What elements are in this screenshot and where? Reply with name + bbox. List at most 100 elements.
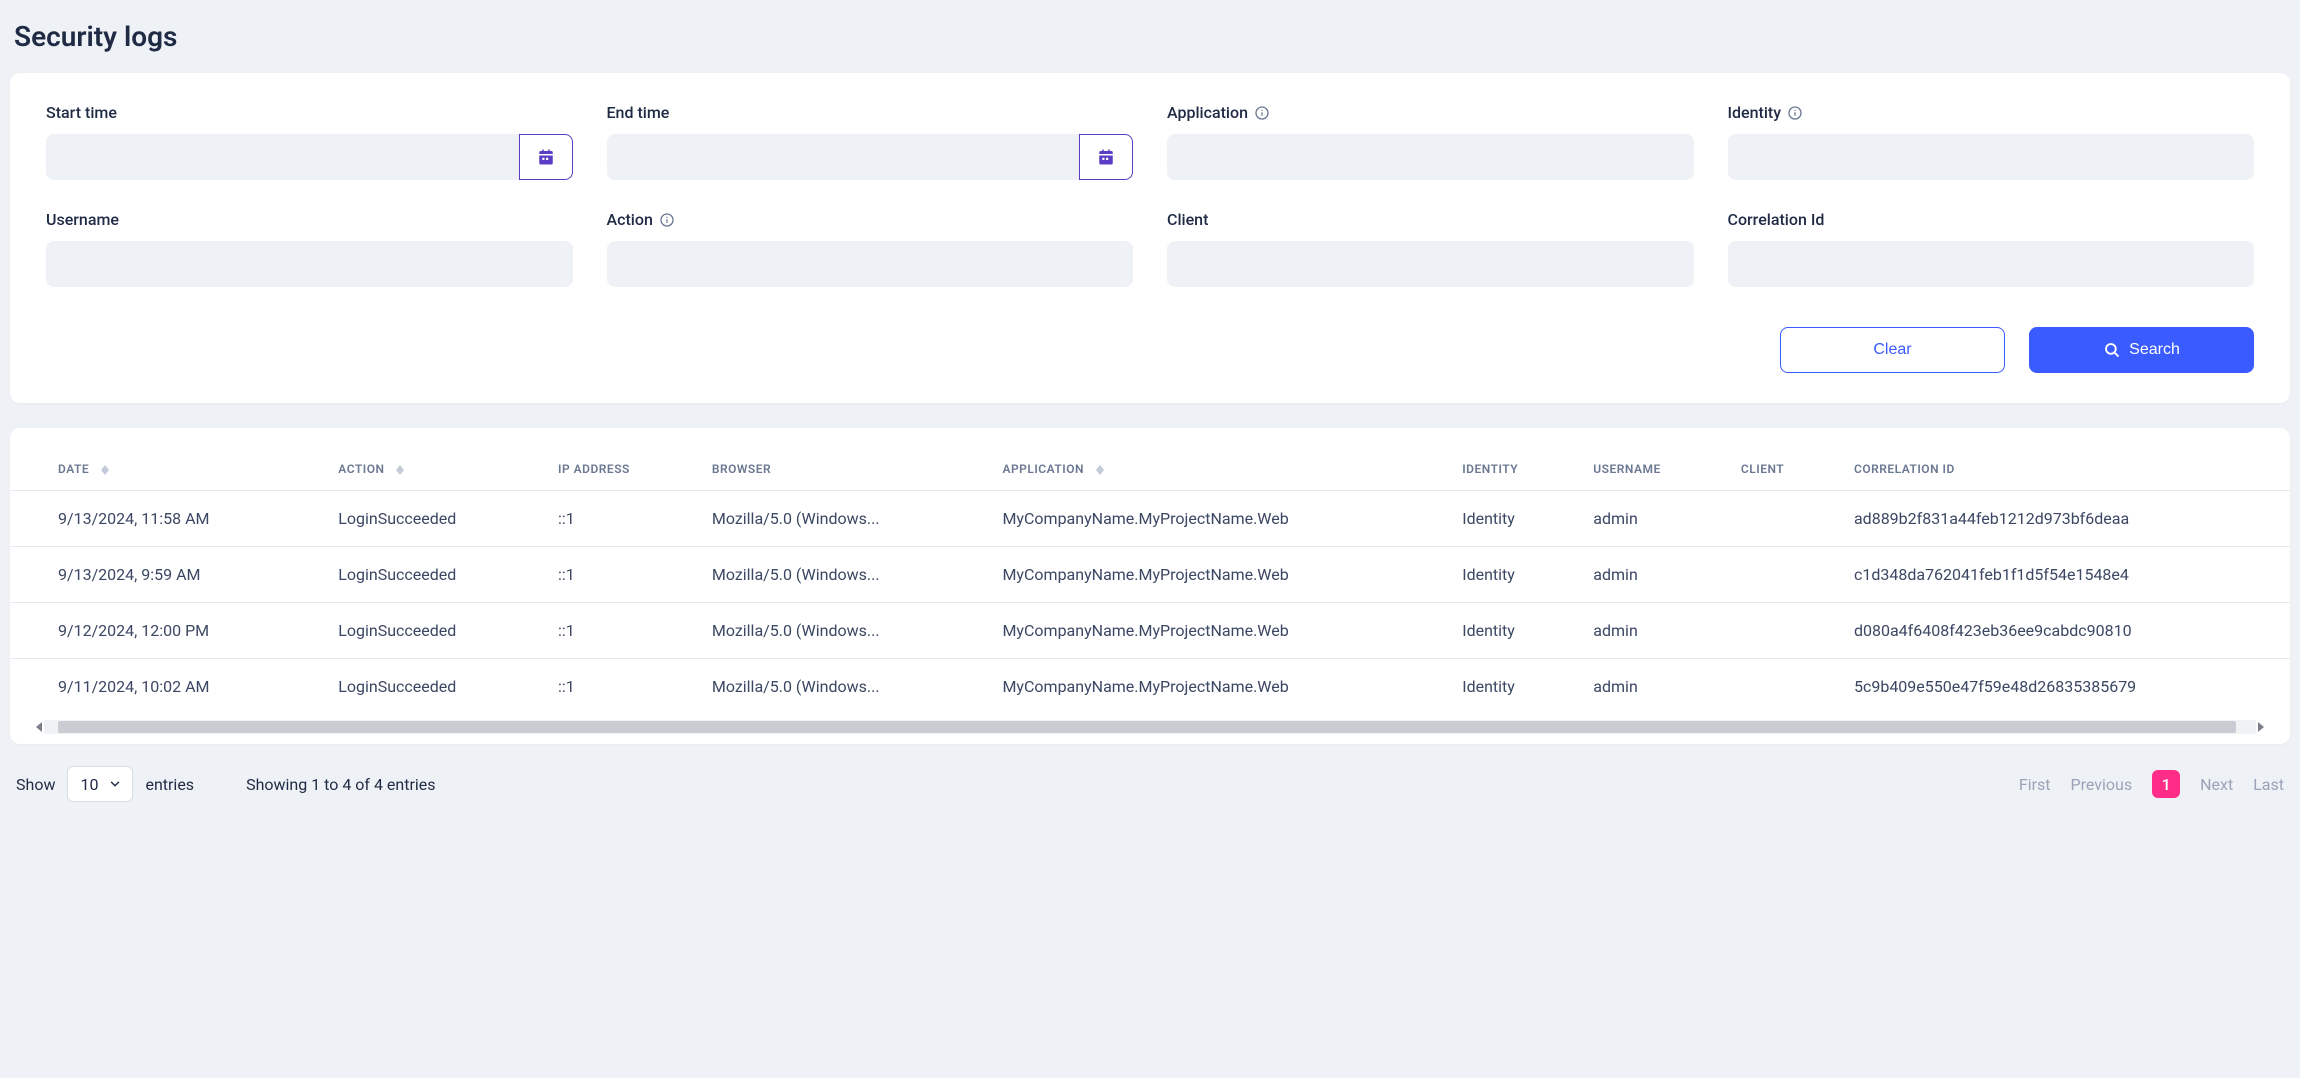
- filter-panel: Start time End time: [10, 73, 2290, 403]
- pager-last[interactable]: Last: [2253, 775, 2284, 794]
- cell-client: [1723, 491, 1836, 547]
- cell-ip: ::1: [540, 659, 694, 715]
- table-row[interactable]: 9/13/2024, 9:59 AMLoginSucceeded::1Mozil…: [10, 547, 2290, 603]
- cell-correlation: d080a4f6408f423eb36ee9cabdc90810: [1836, 603, 2290, 659]
- table-row[interactable]: 9/12/2024, 12:00 PMLoginSucceeded::1Mozi…: [10, 603, 2290, 659]
- col-application[interactable]: Application: [984, 448, 1444, 491]
- start-time-input[interactable]: [46, 134, 519, 180]
- pager: First Previous 1 Next Last: [2019, 770, 2284, 798]
- clear-button[interactable]: Clear: [1780, 327, 2005, 373]
- col-client[interactable]: Client: [1723, 448, 1836, 491]
- label-application: Application: [1167, 103, 1694, 122]
- search-button-label: Search: [2129, 341, 2180, 359]
- label-correlation-id: Correlation Id: [1728, 210, 2255, 229]
- col-username[interactable]: Username: [1575, 448, 1723, 491]
- cell-browser: Mozilla/5.0 (Windows...: [694, 603, 985, 659]
- horizontal-scrollbar[interactable]: [44, 720, 2256, 734]
- security-logs-table: Date Action IP Address Browser A: [10, 448, 2290, 714]
- end-time-datepicker-button[interactable]: [1079, 134, 1133, 180]
- cell-username: admin: [1575, 547, 1723, 603]
- cell-application: MyCompanyName.MyProjectName.Web: [984, 659, 1444, 715]
- page-size-select[interactable]: 10: [67, 766, 133, 802]
- cell-ip: ::1: [540, 491, 694, 547]
- start-time-datepicker-button[interactable]: [519, 134, 573, 180]
- sort-icon: [396, 465, 404, 475]
- action-input[interactable]: [607, 241, 1134, 287]
- table-footer: Show 10 entries Showing 1 to 4 of 4 entr…: [10, 762, 2290, 806]
- cell-correlation: ad889b2f831a44feb1212d973bf6deaa: [1836, 491, 2290, 547]
- cell-application: MyCompanyName.MyProjectName.Web: [984, 603, 1444, 659]
- table-row[interactable]: 9/13/2024, 11:58 AMLoginSucceeded::1Mozi…: [10, 491, 2290, 547]
- show-label: Show: [16, 775, 55, 794]
- cell-identity: Identity: [1444, 659, 1575, 715]
- label-start-time: Start time: [46, 103, 573, 122]
- results-panel: Date Action IP Address Browser A: [10, 428, 2290, 744]
- scrollbar-thumb[interactable]: [58, 721, 2236, 733]
- search-icon: [2103, 341, 2121, 359]
- pager-next[interactable]: Next: [2200, 775, 2233, 794]
- calendar-icon: [1097, 148, 1115, 166]
- application-input[interactable]: [1167, 134, 1694, 180]
- calendar-icon: [537, 148, 555, 166]
- info-icon: [1254, 105, 1270, 121]
- sort-icon: [1096, 465, 1104, 475]
- pager-first[interactable]: First: [2019, 775, 2051, 794]
- sort-icon: [101, 465, 109, 475]
- pager-previous[interactable]: Previous: [2071, 775, 2133, 794]
- field-end-time: End time: [607, 103, 1134, 180]
- table-row[interactable]: 9/11/2024, 10:02 AMLoginSucceeded::1Mozi…: [10, 659, 2290, 715]
- cell-action: LoginSucceeded: [320, 603, 540, 659]
- cell-browser: Mozilla/5.0 (Windows...: [694, 659, 985, 715]
- col-action-label: Action: [338, 462, 384, 476]
- cell-client: [1723, 547, 1836, 603]
- cell-client: [1723, 603, 1836, 659]
- cell-identity: Identity: [1444, 547, 1575, 603]
- col-browser[interactable]: Browser: [694, 448, 985, 491]
- chevron-down-icon: [108, 777, 122, 791]
- col-correlation[interactable]: Correlation Id: [1836, 448, 2290, 491]
- label-identity: Identity: [1728, 103, 2255, 122]
- cell-ip: ::1: [540, 603, 694, 659]
- cell-identity: Identity: [1444, 491, 1575, 547]
- col-application-label: Application: [1002, 462, 1084, 476]
- field-client: Client: [1167, 210, 1694, 287]
- label-application-text: Application: [1167, 103, 1248, 122]
- cell-username: admin: [1575, 491, 1723, 547]
- col-identity[interactable]: Identity: [1444, 448, 1575, 491]
- showing-info: Showing 1 to 4 of 4 entries: [246, 775, 435, 794]
- label-action-text: Action: [607, 210, 653, 229]
- field-application: Application: [1167, 103, 1694, 180]
- cell-date: 9/12/2024, 12:00 PM: [10, 603, 320, 659]
- cell-action: LoginSucceeded: [320, 547, 540, 603]
- field-correlation-id: Correlation Id: [1728, 210, 2255, 287]
- cell-ip: ::1: [540, 547, 694, 603]
- label-username: Username: [46, 210, 573, 229]
- label-action: Action: [607, 210, 1134, 229]
- cell-identity: Identity: [1444, 603, 1575, 659]
- cell-action: LoginSucceeded: [320, 491, 540, 547]
- label-end-time: End time: [607, 103, 1134, 122]
- label-identity-text: Identity: [1728, 103, 1782, 122]
- col-ip[interactable]: IP Address: [540, 448, 694, 491]
- field-start-time: Start time: [46, 103, 573, 180]
- pager-current[interactable]: 1: [2152, 770, 2180, 798]
- end-time-input[interactable]: [607, 134, 1080, 180]
- cell-action: LoginSucceeded: [320, 659, 540, 715]
- cell-application: MyCompanyName.MyProjectName.Web: [984, 491, 1444, 547]
- field-action: Action: [607, 210, 1134, 287]
- col-date[interactable]: Date: [10, 448, 320, 491]
- correlation-id-input[interactable]: [1728, 241, 2255, 287]
- cell-correlation: 5c9b409e550e47f59e48d26835385679: [1836, 659, 2290, 715]
- cell-date: 9/13/2024, 9:59 AM: [10, 547, 320, 603]
- col-action[interactable]: Action: [320, 448, 540, 491]
- cell-correlation: c1d348da762041feb1f1d5f54e1548e4: [1836, 547, 2290, 603]
- identity-input[interactable]: [1728, 134, 2255, 180]
- label-client: Client: [1167, 210, 1694, 229]
- col-date-label: Date: [58, 462, 89, 476]
- username-input[interactable]: [46, 241, 573, 287]
- search-button[interactable]: Search: [2029, 327, 2254, 373]
- client-input[interactable]: [1167, 241, 1694, 287]
- page-size-value: 10: [80, 775, 98, 794]
- cell-username: admin: [1575, 603, 1723, 659]
- entries-label: entries: [145, 775, 194, 794]
